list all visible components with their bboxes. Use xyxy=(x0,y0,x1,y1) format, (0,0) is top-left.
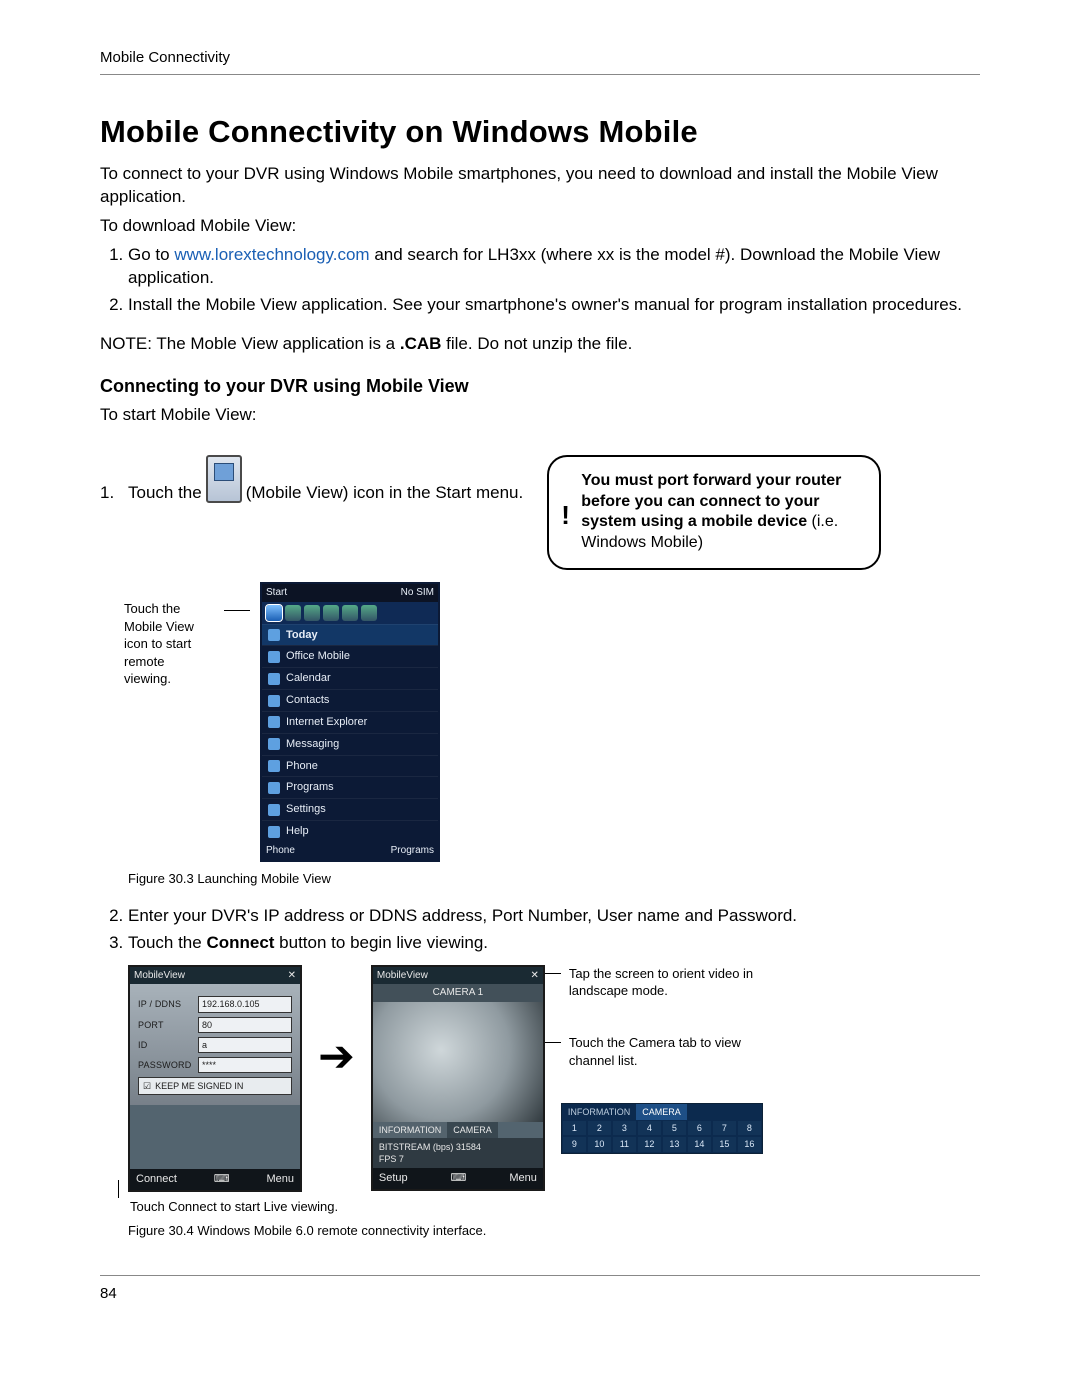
camera-cell: 5 xyxy=(662,1120,687,1136)
camera-cell: 15 xyxy=(712,1136,737,1152)
password-field: **** xyxy=(198,1057,292,1073)
bitstream-value: 31584 xyxy=(456,1142,481,1152)
tab-information: INFORMATION xyxy=(373,1122,447,1138)
wm-softkey-left: Phone xyxy=(266,844,295,858)
port-field: 80 xyxy=(198,1017,292,1033)
camera-cell: 12 xyxy=(637,1136,662,1152)
close-icon: ✕ xyxy=(530,969,538,983)
subheading-connecting: Connecting to your DVR using Mobile View xyxy=(100,374,980,398)
mobileview-live-screenshot: MobileView ✕ CAMERA 1 INFORMATION CAMERA… xyxy=(371,965,545,1191)
figure-30-4: MobileView ✕ IP / DDNS192.168.0.105 PORT… xyxy=(128,965,980,1192)
download-lead: To download Mobile View: xyxy=(100,215,980,238)
wm-menu-item: Messaging xyxy=(286,737,339,752)
wm-menu-item: Programs xyxy=(286,780,334,795)
setup-softkey: Setup xyxy=(379,1171,408,1186)
wm-menu-item: Contacts xyxy=(286,693,329,708)
start-app-icon xyxy=(342,605,358,621)
start-app-icon xyxy=(323,605,339,621)
figure-30-4-caption: Figure 30.4 Windows Mobile 6.0 remote co… xyxy=(128,1222,980,1240)
start-app-icon xyxy=(304,605,320,621)
header-rule xyxy=(100,74,980,75)
wm-start-label: Start xyxy=(266,586,287,600)
wm-sim-status: No SIM xyxy=(401,586,434,600)
annotation-line xyxy=(224,610,250,611)
step-2: Enter your DVR's IP address or DDNS addr… xyxy=(128,905,980,928)
camera-cell: 9 xyxy=(562,1136,587,1152)
annotation-camera-tab: Touch the Camera tab to view channel lis… xyxy=(561,1034,761,1069)
figure-30-3-annotation: Touch the Mobile View icon to start remo… xyxy=(124,582,214,688)
wm-menu-item: Calendar xyxy=(286,671,331,686)
download-step-list: Go to www.lorextechnology.com and search… xyxy=(100,244,980,317)
step-3: Touch the Connect button to begin live v… xyxy=(128,932,980,955)
camera-cell: 10 xyxy=(587,1136,612,1152)
strip-tab-information: INFORMATION xyxy=(562,1104,636,1120)
start-app-mobileview-icon xyxy=(266,605,282,621)
close-icon: ✕ xyxy=(288,969,296,983)
connect-steps-continued: Enter your DVR's IP address or DDNS addr… xyxy=(100,905,980,955)
strip-tab-camera: CAMERA xyxy=(636,1104,687,1120)
wm-menu-item: Office Mobile xyxy=(286,649,350,664)
camera-cell: 3 xyxy=(612,1120,637,1136)
connect-softkey: Connect xyxy=(136,1172,177,1187)
start-lead: To start Mobile View: xyxy=(100,404,980,427)
live-video-area xyxy=(373,1002,543,1122)
intro-paragraph: To connect to your DVR using Windows Mob… xyxy=(100,163,980,209)
menu-softkey: Menu xyxy=(266,1172,294,1187)
wm-menu-item: Phone xyxy=(286,759,318,774)
start-app-icon xyxy=(361,605,377,621)
id-field: a xyxy=(198,1037,292,1053)
camera-cell: 1 xyxy=(562,1120,587,1136)
lorex-link[interactable]: www.lorextechnology.com xyxy=(174,245,369,264)
windows-mobile-start-screenshot: Start No SIM Today Office Mobile Calenda… xyxy=(260,582,440,861)
document-page: Mobile Connectivity Mobile Connectivity … xyxy=(0,0,1080,1364)
camera-cell: 11 xyxy=(612,1136,637,1152)
running-header: Mobile Connectivity xyxy=(100,48,980,68)
download-step-1: Go to www.lorextechnology.com and search… xyxy=(128,244,980,290)
download-step-2: Install the Mobile View application. See… xyxy=(128,294,980,317)
wm-menu-item: Internet Explorer xyxy=(286,715,367,730)
camera-cell: 6 xyxy=(687,1120,712,1136)
page-title: Mobile Connectivity on Windows Mobile xyxy=(100,111,980,153)
camera-cell: 8 xyxy=(737,1120,762,1136)
keyboard-icon: ⌨ xyxy=(451,1171,467,1186)
mobileview-login-screenshot: MobileView ✕ IP / DDNS192.168.0.105 PORT… xyxy=(128,965,302,1192)
ip-field: 192.168.0.105 xyxy=(198,996,292,1012)
annotation-touch-connect: Touch Connect to start Live viewing. xyxy=(128,1198,980,1216)
camera-cell: 2 xyxy=(587,1120,612,1136)
wm-softkey-right: Programs xyxy=(391,844,434,858)
camera-cell: 16 xyxy=(737,1136,762,1152)
wm-menu-item: Help xyxy=(286,824,309,839)
camera-cell: 13 xyxy=(662,1136,687,1152)
figure-30-3-caption: Figure 30.3 Launching Mobile View xyxy=(128,870,980,888)
mv-login-title: MobileView xyxy=(134,969,185,983)
cab-note: NOTE: The Moble View application is a .C… xyxy=(100,333,980,356)
footer-rule xyxy=(100,1275,980,1276)
camera-cell: 4 xyxy=(637,1120,662,1136)
port-forward-callout: You must port forward your router before… xyxy=(547,455,881,570)
wm-menu-today: Today xyxy=(286,628,318,643)
annotation-landscape: Tap the screen to orient video in landsc… xyxy=(561,965,761,1000)
menu-softkey: Menu xyxy=(509,1171,537,1186)
figure-30-3: Touch the Mobile View icon to start remo… xyxy=(124,582,980,861)
fps-value: 7 xyxy=(399,1154,404,1164)
camera-cell: 14 xyxy=(687,1136,712,1152)
page-number: 84 xyxy=(100,1284,980,1304)
tab-camera: CAMERA xyxy=(447,1122,498,1138)
start-app-icon xyxy=(285,605,301,621)
figure-30-4-annotations: Tap the screen to orient video in landsc… xyxy=(561,965,761,1154)
arrow-icon: ➔ xyxy=(318,1035,355,1079)
mv-live-title: MobileView xyxy=(377,969,428,983)
wm-menu-item: Settings xyxy=(286,802,326,817)
step-1: 1. Touch the (Mobile View) icon in the S… xyxy=(100,455,523,505)
mobile-view-icon xyxy=(206,455,242,503)
keyboard-icon: ⌨ xyxy=(214,1172,230,1187)
camera-label: CAMERA 1 xyxy=(373,984,543,1002)
keep-signed-checkbox: ☑KEEP ME SIGNED IN xyxy=(138,1077,292,1095)
camera-tab-strip-screenshot: INFORMATION CAMERA 1 2 3 4 5 6 7 8 9 10 … xyxy=(561,1103,763,1153)
camera-cell: 7 xyxy=(712,1120,737,1136)
